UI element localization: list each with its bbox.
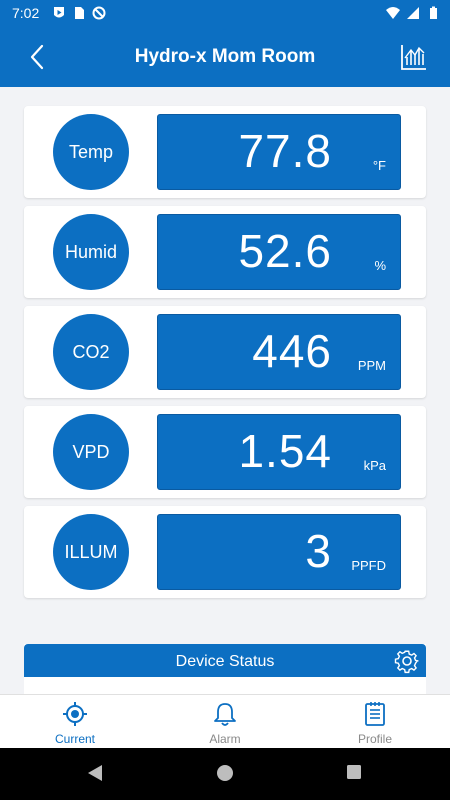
- sensor-value: 77.8: [238, 125, 332, 177]
- sensor-label-circle: CO2: [53, 314, 129, 390]
- sensor-label-circle: Temp: [53, 114, 129, 190]
- sensor-value: 3: [305, 525, 332, 577]
- sensor-value-box: 52.6 %: [157, 214, 401, 290]
- target-icon: [63, 702, 87, 726]
- sensor-label-circle: ILLUM: [53, 514, 129, 590]
- recents-square-icon[interactable]: [346, 764, 362, 780]
- sensor-value-box: 1.54 kPa: [157, 414, 401, 490]
- nav-item-profile[interactable]: Profile: [325, 699, 425, 747]
- page-title: Hydro-x Mom Room: [134, 46, 316, 67]
- nav-label-profile: Profile: [357, 732, 392, 746]
- sensor-value-box: 446 PPM: [157, 314, 401, 390]
- bottom-nav: Current Alarm Profile: [0, 694, 450, 748]
- sensor-unit: PPM: [357, 358, 386, 373]
- bell-icon: [214, 703, 236, 726]
- nav-item-current[interactable]: Current: [25, 699, 125, 747]
- wifi-icon: [386, 7, 400, 19]
- sensor-unit: %: [374, 258, 386, 273]
- sensor-card-humid[interactable]: Humid 52.6 %: [24, 206, 426, 298]
- back-triangle-icon[interactable]: [86, 764, 104, 782]
- sensor-card-co2[interactable]: CO2 446 PPM: [24, 306, 426, 398]
- sensor-unit: °F: [372, 158, 386, 173]
- sensor-unit: kPa: [363, 458, 386, 473]
- sim-card-icon: [75, 7, 84, 19]
- gear-icon[interactable]: [394, 648, 420, 674]
- system-nav-bar: [0, 748, 450, 800]
- play-protect-icon: [54, 7, 64, 18]
- sensor-card-illum[interactable]: ILLUM 3 PPFD: [24, 506, 426, 598]
- sensor-label-circle: Humid: [53, 214, 129, 290]
- sensor-value: 52.6: [238, 225, 332, 277]
- signal-icon: [407, 7, 419, 19]
- sensor-value: 1.54: [238, 425, 332, 477]
- sensor-label-circle: VPD: [53, 414, 129, 490]
- nav-label-current: Current: [54, 732, 95, 746]
- nav-label-alarm: Alarm: [209, 732, 241, 746]
- document-icon: [365, 702, 385, 726]
- device-status-panel: Device Status: [24, 644, 426, 694]
- chart-icon[interactable]: [400, 43, 428, 71]
- sensor-value-box: 3 PPFD: [157, 514, 401, 590]
- sensor-card-vpd[interactable]: VPD 1.54 kPa: [24, 406, 426, 498]
- sensor-list: Temp 77.8 °F Humid 52.6 % CO2 446 PPM VP…: [24, 106, 426, 606]
- do-not-disturb-icon: [92, 6, 106, 20]
- device-status-title: Device Status: [175, 653, 275, 670]
- sensor-value: 446: [252, 325, 332, 377]
- home-circle-icon[interactable]: [216, 764, 234, 782]
- sensor-card-temp[interactable]: Temp 77.8 °F: [24, 106, 426, 198]
- device-status-header: Device Status: [24, 644, 426, 677]
- nav-item-alarm[interactable]: Alarm: [175, 699, 275, 747]
- sensor-unit: PPFD: [351, 558, 386, 573]
- app-bar: Hydro-x Mom Room: [0, 27, 450, 87]
- status-bar: 7:02: [0, 0, 450, 27]
- sensor-value-box: 77.8 °F: [157, 114, 401, 190]
- status-time: 7:02: [12, 5, 40, 21]
- battery-icon: [430, 6, 437, 19]
